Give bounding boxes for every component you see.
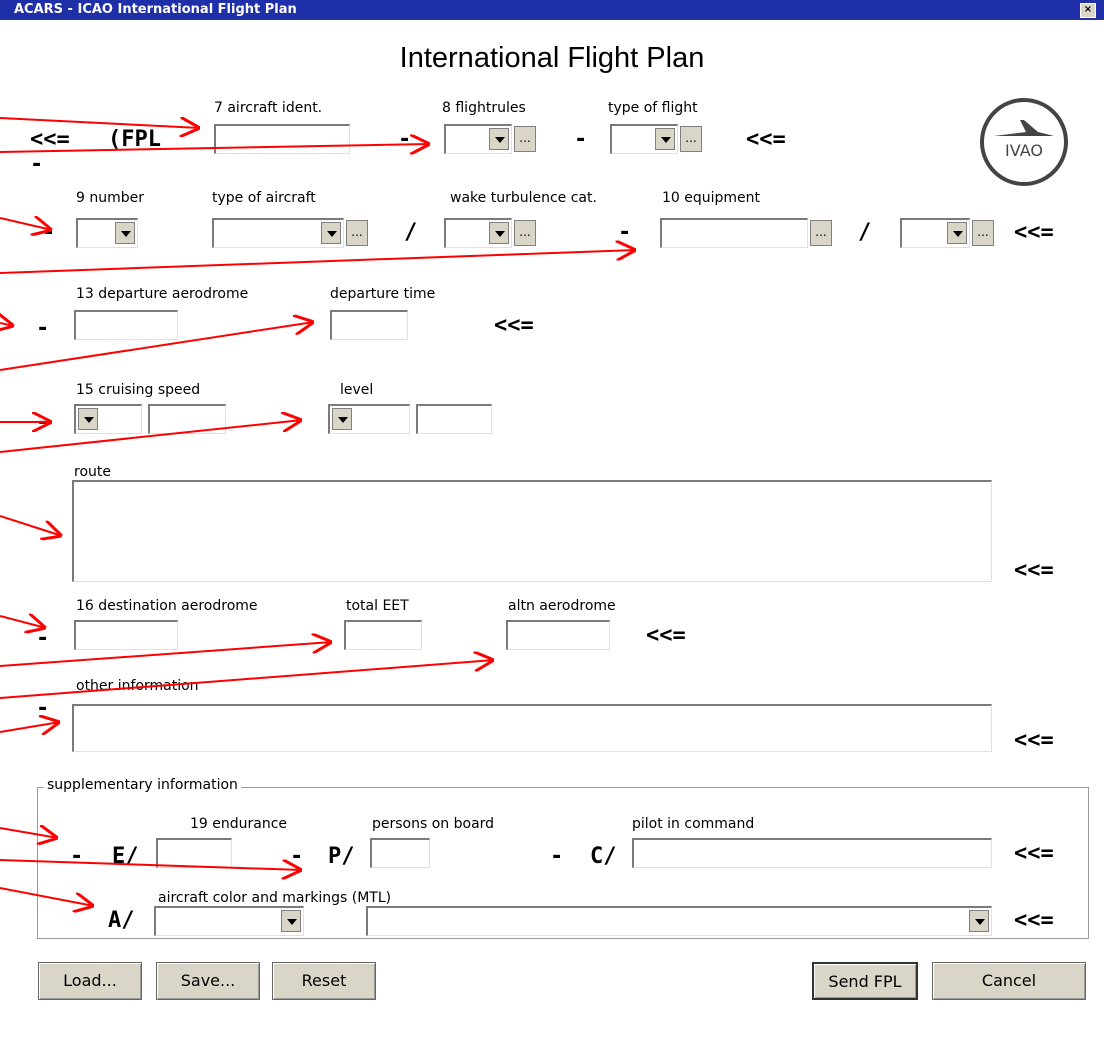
arrow-departure-time <box>0 322 314 371</box>
arrow-route <box>0 515 62 536</box>
arrow-other <box>0 722 60 732</box>
arrow-altn <box>0 660 494 699</box>
arrow-color <box>0 887 94 906</box>
arrow-eet <box>0 642 332 667</box>
arrow-level <box>0 420 302 453</box>
arrow-equipment <box>0 250 636 274</box>
arrow-flightrules <box>0 144 430 152</box>
window-title: ACARS - ICAO International Flight Plan <box>14 2 297 17</box>
arrow-departure <box>0 323 14 326</box>
annotation-arrows <box>0 117 1104 1053</box>
window-titlebar: ACARS - ICAO International Flight Plan × <box>0 0 1104 20</box>
flight-plan-window: International Flight Plan IVAO 7 aircraf… <box>0 20 1104 1053</box>
arrow-number <box>0 218 52 230</box>
close-icon[interactable]: × <box>1080 3 1096 18</box>
arrow-persons <box>0 859 302 870</box>
arrow-destination <box>0 616 46 628</box>
arrow-endurance <box>0 828 58 838</box>
arrow-aircraft-ident <box>0 117 200 128</box>
